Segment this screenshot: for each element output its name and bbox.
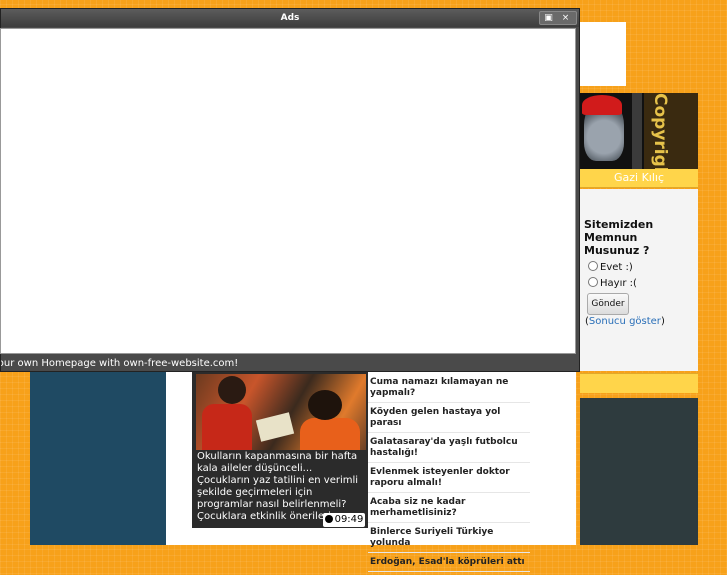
headline-link[interactable]: Acaba siz ne kadar merhametlisiniz? [368,496,530,523]
video-duration-badge: 09:49 [323,513,365,527]
ads-window-title: Ads [280,13,300,23]
santa-hat [582,95,622,115]
sidebar-dark-box [580,398,698,545]
ads-content-area [0,28,576,354]
ads-footer[interactable]: Your own Homepage with own-free-website.… [1,356,579,372]
headline-link[interactable]: Evlenmek isteyenler doktor raporu almalı… [368,466,530,493]
child-figure [300,418,360,450]
ads-titlebar[interactable]: Ads ▣ × [1,9,579,27]
close-icon[interactable]: × [557,12,574,24]
child-head [308,390,342,420]
poll-option-label: Hayır :( [600,278,637,289]
maximize-icon[interactable]: ▣ [540,12,557,24]
sidebar-top-box [580,22,626,86]
ads-popup-window[interactable]: Ads ▣ × Your own Homepage with own-free-w… [0,8,580,372]
poll-submit-button[interactable]: Gönder [587,293,629,315]
image-divider [632,93,642,169]
paren-close: ) [660,316,665,327]
poll-option-label: Evet :) [600,262,633,273]
show-results-link[interactable]: Sonucu göster [589,316,661,327]
headline-link[interactable]: Erdoğan, Esad'la köprüleri attı [368,556,530,572]
radio-button[interactable] [588,277,598,287]
ads-footer-text[interactable]: Your own Homepage with own-free-website.… [1,358,238,369]
poll-question: Sitemizden Memnun Musunuz ? [584,218,654,257]
left-column [30,360,166,545]
poll-widget: Sitemizden Memnun Musunuz ? Evet :) Hayı… [580,189,698,371]
user-name: Gazi Kılıç [580,169,698,188]
child-head [218,376,246,404]
poll-option-no[interactable]: Hayır :( [588,277,637,289]
clock-icon [324,515,333,523]
child-figure [202,404,252,450]
headline-link[interactable]: Binlerce Suriyeli Türkiye yolunda [368,526,530,553]
headline-link[interactable]: Köyden gelen hastaya yol parası [368,406,530,433]
copyright-text: Copyright [650,93,670,169]
poll-option-yes[interactable]: Evet :) [588,261,633,273]
book [255,412,295,442]
headline-link[interactable]: Cuma namazı kılamayan ne yapmalı? [368,376,530,403]
headline-list: Cuma namazı kılamayan ne yapmalı? Köyden… [368,376,530,575]
profile-image: Copyright [580,93,698,169]
sidebar-yellow-bar [580,373,698,393]
radio-button[interactable] [588,261,598,271]
video-duration: 09:49 [334,514,364,525]
headline-link[interactable]: Galatasaray'da yaşlı futbolcu hastalığı! [368,436,530,463]
window-controls: ▣ × [539,11,577,25]
poll-results: (Sonucu göster) [585,316,665,327]
news-photo[interactable] [196,374,366,450]
